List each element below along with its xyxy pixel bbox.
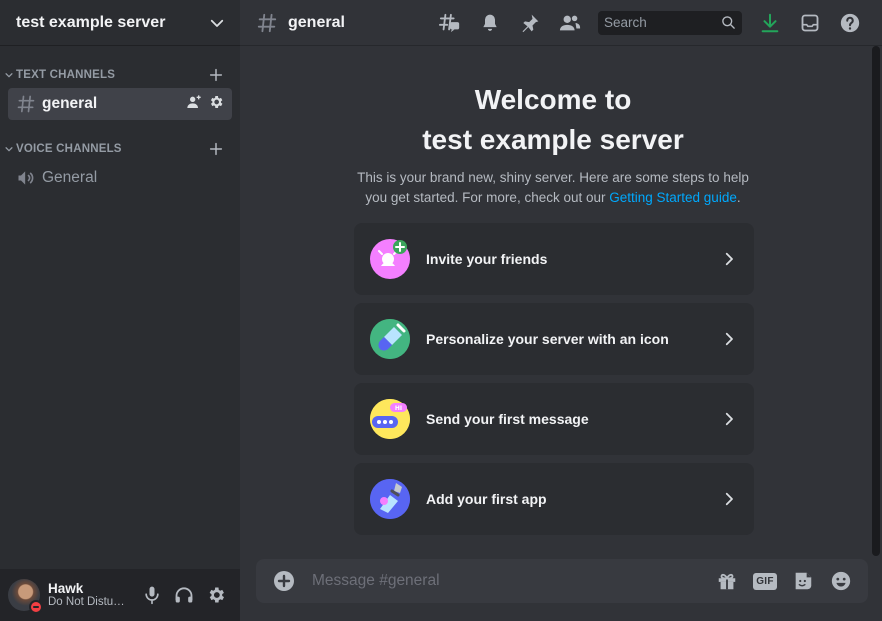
gif-picker-button[interactable]: GIF (746, 572, 784, 590)
create-channel-plus-icon[interactable] (208, 67, 224, 83)
avatar[interactable] (8, 579, 43, 614)
gift-icon[interactable] (708, 570, 746, 592)
search-icon (721, 15, 736, 30)
headphones-icon[interactable] (168, 579, 200, 611)
message-composer: GIF (256, 559, 868, 603)
user-settings-gear-icon[interactable] (200, 579, 232, 611)
category-voice-channels[interactable]: VOICE CHANNELS (0, 139, 240, 159)
getting-started-link[interactable]: Getting Started guide (609, 190, 737, 205)
sticker-icon[interactable] (784, 570, 822, 592)
svg-text:HI: HI (395, 405, 402, 412)
download-icon[interactable] (750, 12, 790, 34)
create-channel-plus-icon[interactable] (208, 141, 224, 157)
channel-name: General (42, 169, 98, 186)
server-name: test example server (16, 13, 166, 31)
subtitle-end: . (736, 190, 741, 205)
microphone-icon[interactable] (136, 579, 168, 611)
add-attachment-plus-icon[interactable] (272, 569, 296, 593)
channel-settings-gear-icon[interactable] (208, 94, 224, 115)
search-input[interactable] (604, 15, 721, 30)
hashtag-icon (256, 12, 278, 34)
chevron-right-icon (720, 330, 738, 348)
voice-channel-general[interactable]: General (8, 162, 232, 194)
channel-header: general (240, 0, 882, 46)
inbox-icon[interactable] (790, 13, 830, 33)
app-robot-icon (370, 479, 410, 519)
channel-general[interactable]: general (8, 88, 232, 120)
scrollbar[interactable] (872, 46, 880, 556)
step-personalize-server[interactable]: Personalize your server with an icon (354, 303, 754, 375)
step-label: Send your first message (426, 411, 589, 427)
welcome-title: Welcome to test example server (240, 80, 866, 160)
caret-down-icon (4, 144, 16, 154)
step-label: Invite your friends (426, 251, 548, 267)
step-label: Add your first app (426, 491, 547, 507)
user-status: Do Not Distu… (48, 596, 125, 609)
category-text-channels[interactable]: TEXT CHANNELS (0, 65, 240, 85)
category-label: TEXT CHANNELS (16, 69, 116, 81)
welcome-title-line2: test example server (422, 124, 684, 155)
message-input[interactable] (312, 572, 708, 590)
chevron-right-icon (720, 490, 738, 508)
pin-icon[interactable] (510, 13, 550, 33)
channel-name: general (42, 95, 98, 112)
step-send-first-message[interactable]: HI Send your first message (354, 383, 754, 455)
invite-user-icon[interactable] (186, 94, 202, 115)
welcome-title-line1: Welcome to (474, 84, 632, 115)
emoji-icon[interactable] (822, 570, 860, 592)
user-info[interactable]: Hawk Do Not Distu… (48, 581, 136, 610)
step-add-first-app[interactable]: Add your first app (354, 463, 754, 535)
dnd-status-icon (29, 600, 43, 614)
chat-bubble-icon: HI (370, 399, 410, 439)
category-label: VOICE CHANNELS (16, 143, 122, 155)
server-header[interactable]: test example server (0, 0, 240, 46)
threads-icon[interactable] (430, 12, 470, 34)
invite-friends-icon (370, 239, 410, 279)
welcome-subtitle: This is your brand new, shiny server. He… (353, 168, 753, 208)
help-icon[interactable] (830, 12, 870, 34)
search-box[interactable] (598, 10, 742, 35)
chevron-right-icon (720, 410, 738, 428)
chevron-right-icon (720, 250, 738, 268)
channel-title: general (288, 13, 345, 31)
paintbrush-icon (370, 319, 410, 359)
chevron-down-icon (208, 14, 226, 32)
gif-label: GIF (753, 572, 777, 590)
speaker-icon (16, 168, 36, 188)
hashtag-icon (16, 94, 36, 114)
caret-down-icon (4, 70, 16, 80)
welcome-section: Welcome to test example server This is y… (240, 80, 866, 208)
user-panel: Hawk Do Not Distu… (0, 569, 240, 621)
notification-bell-icon[interactable] (470, 13, 510, 33)
user-name: Hawk (48, 580, 84, 596)
step-label: Personalize your server with an icon (426, 331, 669, 347)
step-invite-friends[interactable]: Invite your friends (354, 223, 754, 295)
member-list-icon[interactable] (550, 12, 590, 34)
channel-sidebar: test example server TEXT CHANNELS genera… (0, 0, 240, 621)
